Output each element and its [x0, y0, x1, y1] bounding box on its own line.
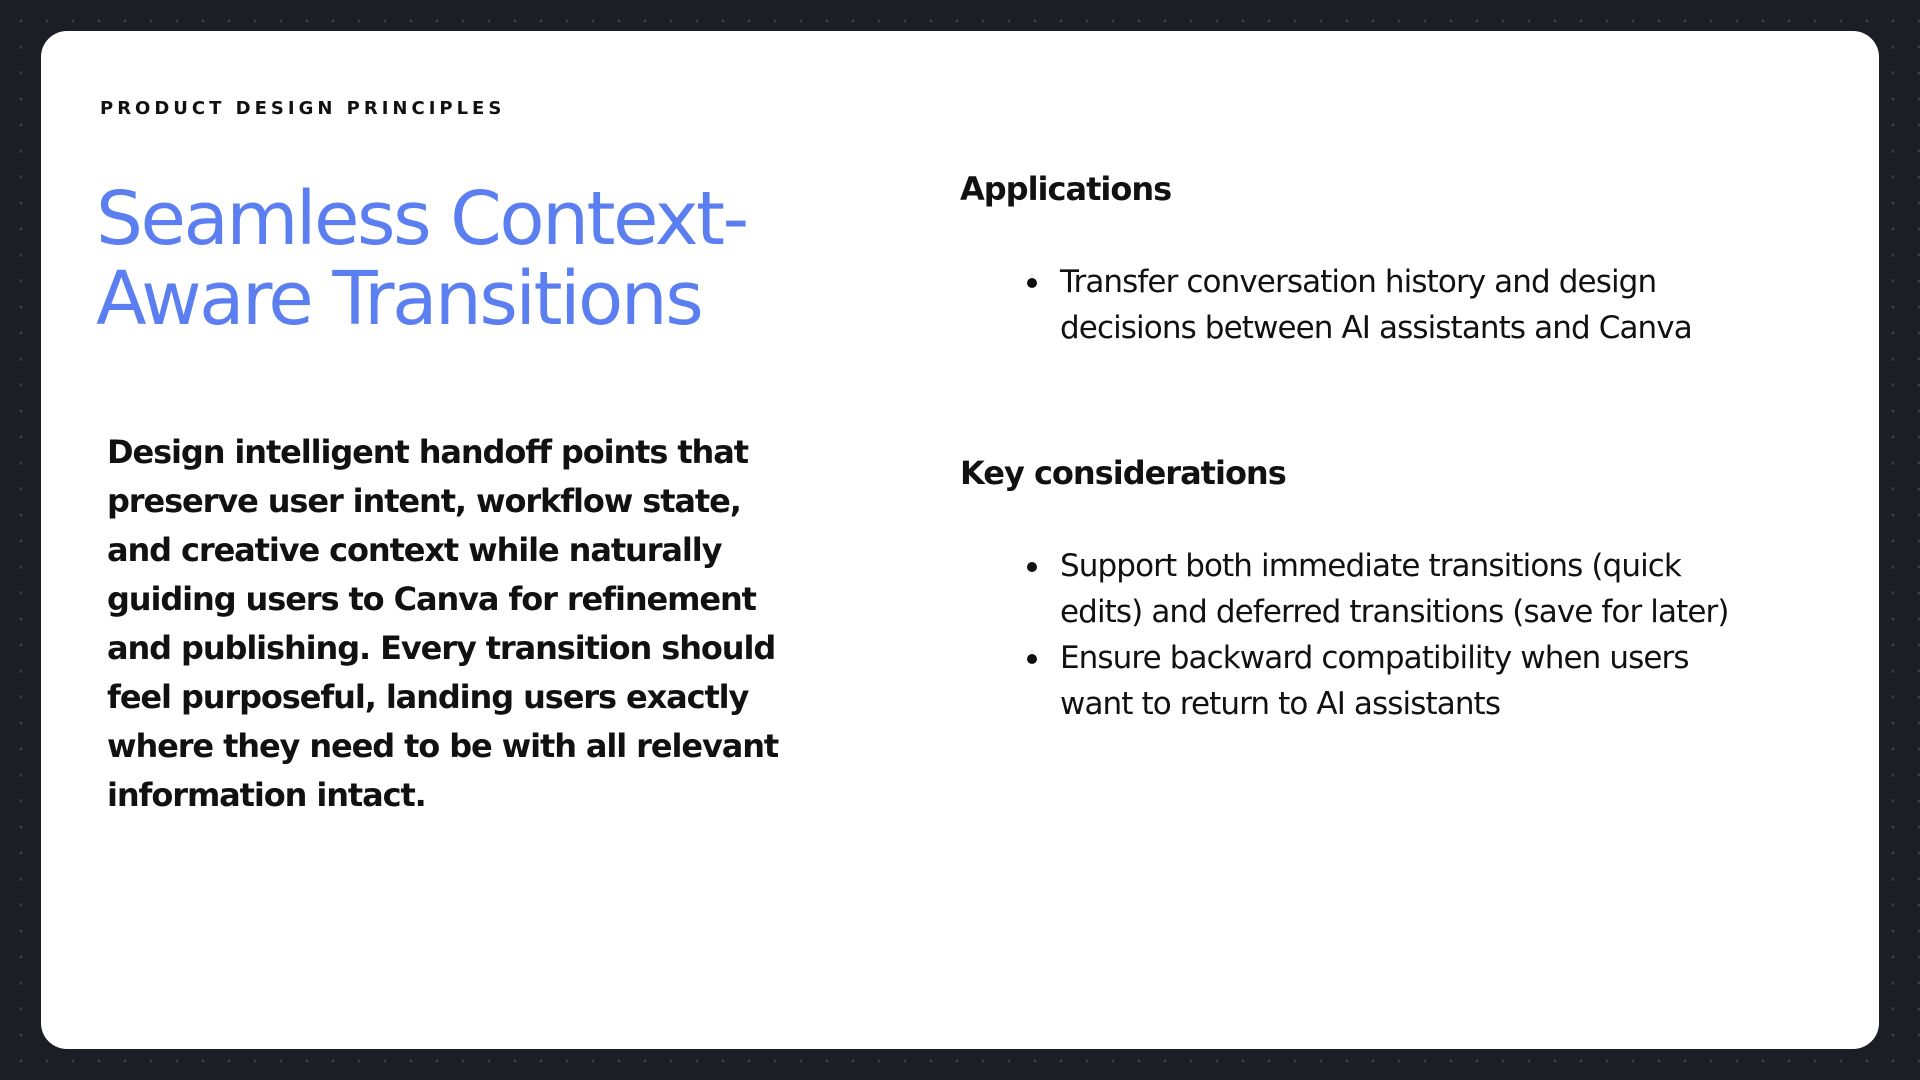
list-item-line: Support both immediate transitions (quic… [1060, 548, 1682, 584]
description-line: feel purposeful, landing users exactly [107, 678, 749, 716]
list-item: Ensure backward compatibility when users… [987, 635, 1847, 727]
slide-title-line: Aware Transitions [96, 256, 704, 342]
list-item-text: Support both immediate transitions (quic… [1060, 543, 1847, 635]
list-item-text: Transfer conversation history and design… [1060, 259, 1847, 351]
key-considerations-heading: Key considerations [960, 454, 1287, 492]
description-line: information intact. [107, 776, 427, 814]
list-item-line: Ensure backward compatibility when users [1060, 640, 1690, 676]
bullet-icon [1027, 562, 1037, 572]
description-line: and creative context while naturally [107, 531, 723, 569]
slide-description: Design intelligent handoff points that p… [107, 428, 827, 820]
slide-card: PRODUCT DESIGN PRINCIPLES Seamless Conte… [41, 31, 1879, 1049]
list-item-line: edits) and deferred transitions (save fo… [1060, 594, 1729, 630]
description-line: and publishing. Every transition should [107, 629, 776, 667]
list-item-line: Transfer conversation history and design [1060, 264, 1657, 300]
list-item-text: Ensure backward compatibility when users… [1060, 635, 1847, 727]
bullet-icon [1027, 278, 1037, 288]
description-line: Design intelligent handoff points that [107, 433, 749, 471]
list-item-line: decisions between AI assistants and Canv… [1060, 310, 1693, 346]
list-item: Transfer conversation history and design… [987, 259, 1847, 351]
eyebrow-label: PRODUCT DESIGN PRINCIPLES [100, 98, 506, 119]
description-line: guiding users to Canva for refinement [107, 580, 757, 618]
slide-title-line: Seamless Context- [96, 176, 749, 262]
bullet-icon [1027, 654, 1037, 664]
list-item-line: want to return to AI assistants [1060, 686, 1501, 722]
list-item: Support both immediate transitions (quic… [987, 543, 1847, 635]
description-line: preserve user intent, workflow state, [107, 482, 742, 520]
key-considerations-list: Support both immediate transitions (quic… [987, 543, 1847, 727]
slide-title: Seamless Context- Aware Transitions [96, 179, 896, 339]
description-line: where they need to be with all relevant [107, 727, 779, 765]
applications-list: Transfer conversation history and design… [987, 259, 1847, 351]
applications-heading: Applications [960, 170, 1172, 208]
